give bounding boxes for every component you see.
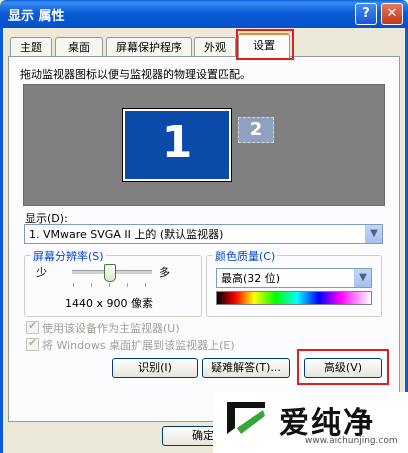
resolution-more-label: 多 (159, 266, 170, 279)
watermark-url: www.aichunjing.com (305, 436, 398, 446)
troubleshoot-button[interactable]: 疑难解答(T)... (202, 358, 290, 378)
checkmark-icon: ✔ (28, 319, 38, 332)
watermark: 爱纯净 www.aichunjing.com (213, 392, 408, 453)
window-title: 显示 属性 (8, 9, 65, 24)
title-bar[interactable]: 显示 属性 ? ✕ (0, 0, 408, 28)
identify-button[interactable]: 识别(I) (112, 358, 198, 378)
monitor-2-label: 2 (249, 119, 263, 140)
monitor-1-label: 1 (161, 117, 193, 168)
resolution-title: 屏幕分辨率(S) (31, 248, 106, 264)
chevron-down-icon[interactable]: ▼ (354, 269, 371, 287)
tab-appearance[interactable]: 外观 (194, 37, 236, 57)
primary-monitor-label: 使用该设备作为主监视器(U) (42, 322, 180, 335)
tab-theme[interactable]: 主题 (10, 37, 52, 57)
close-icon[interactable]: ✕ (381, 3, 403, 25)
monitor-1-icon[interactable]: 1 (123, 109, 231, 181)
checkmark-icon: ✔ (28, 336, 38, 349)
slider-tick (145, 283, 146, 287)
display-properties-dialog: 显示 属性 ? ✕ 主题 桌面 屏幕保护程序 外观 设置 拖动监视器图标以便与监… (0, 0, 408, 453)
display-value: 1. VMware SVGA II 上的 (默认监视器) (29, 228, 224, 241)
slider-tick (127, 283, 128, 287)
primary-monitor-checkbox[interactable]: ✔ (26, 319, 39, 334)
monitor-2-icon[interactable]: 2 (238, 117, 274, 143)
tab-settings-highlight-box (236, 29, 294, 60)
resolution-value: 1440 x 900 像素 (65, 297, 153, 310)
color-quality-select[interactable]: 最高(32 位) ▼ (216, 268, 372, 288)
tab-desktop[interactable]: 桌面 (55, 37, 103, 57)
watermark-logo-icon (227, 402, 265, 434)
slider-tick (109, 283, 110, 287)
advanced-button-highlight-box (297, 349, 389, 385)
resolution-slider-thumb[interactable] (104, 264, 116, 282)
display-select[interactable]: 1. VMware SVGA II 上的 (默认监视器) ▼ (24, 224, 383, 244)
resolution-less-label: 少 (36, 266, 47, 279)
tab-screensaver[interactable]: 屏幕保护程序 (106, 37, 192, 57)
settings-description: 拖动监视器图标以便与监视器的物理设置匹配。 (20, 68, 251, 81)
color-quality-value: 最高(32 位) (221, 272, 281, 285)
help-icon[interactable]: ? (355, 3, 377, 25)
slider-tick (91, 283, 92, 287)
color-quality-title: 颜色质量(C) (213, 248, 278, 264)
extend-desktop-checkbox[interactable]: ✔ (26, 336, 39, 351)
window-frame-left (0, 28, 3, 453)
slider-tick (73, 283, 74, 287)
extend-desktop-label: 将 Windows 桌面扩展到该监视器上(E) (42, 339, 235, 352)
chevron-down-icon[interactable]: ▼ (365, 225, 382, 243)
color-spectrum-bar (216, 291, 372, 305)
